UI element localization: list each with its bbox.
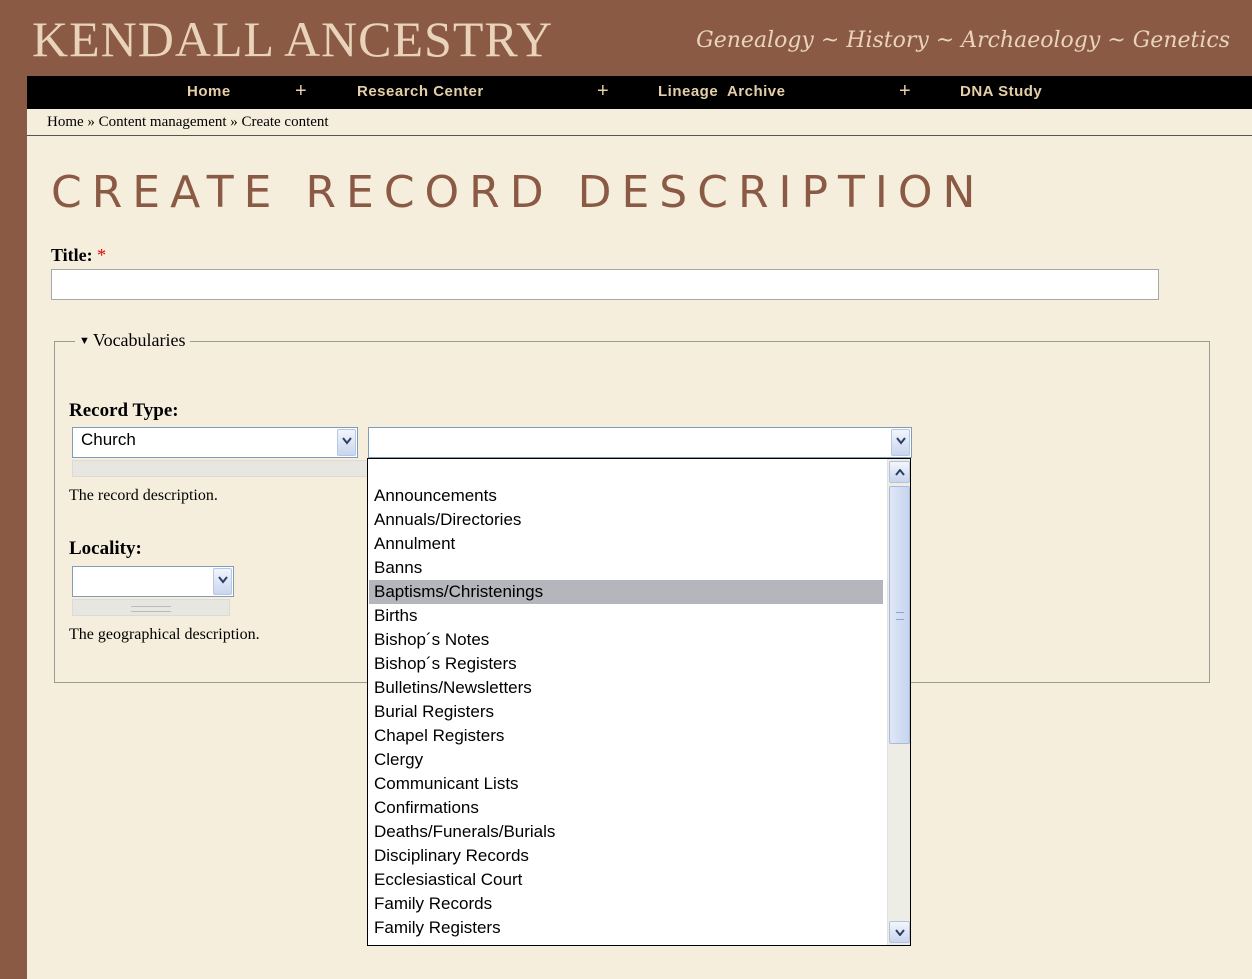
dropdown-option[interactable]: Family Registers [369,916,883,940]
dropdown-option[interactable] [369,460,883,484]
dropdown-option[interactable]: Annulment [369,532,883,556]
nav-item-home[interactable]: Home [187,83,231,100]
scrollbar-thumb[interactable] [889,486,910,744]
dropdown-option[interactable]: Baptisms/Christenings [369,580,883,604]
thumb-grip-icon [896,612,904,620]
record-subtype-dropdown-list[interactable]: Announcements Annuals/Directories Annulmen… [367,458,911,946]
chevron-down-icon[interactable] [213,568,232,595]
vocabularies-legend-label: Vocabularies [92,330,186,350]
scroll-up-icon[interactable] [889,461,910,483]
main-navigation: Home + Research Center + Lineage Archive… [27,76,1252,109]
dropdown-option[interactable]: Disciplinary Records [369,844,883,868]
title-input[interactable] [51,269,1159,300]
dropdown-option[interactable]: Confirmations [369,796,883,820]
grip-lines-icon [131,606,171,612]
nav-item-lineage-archive[interactable]: Lineage Archive [658,83,786,100]
nav-separator: + [295,80,307,102]
required-marker: * [97,245,107,265]
nav-item-dna-study[interactable]: DNA Study [960,83,1042,100]
dropdown-option[interactable]: Announcements [369,484,883,508]
site-tagline: Genealogy ~ History ~ Archaeology ~ Gene… [696,28,1230,53]
record-type-label: Record Type: [69,400,179,421]
chevron-down-icon[interactable] [337,429,356,456]
dropdown-option[interactable]: Banns [369,556,883,580]
collapse-arrow-icon: ▼ [79,335,90,347]
dropdown-option[interactable]: Bishop´s Notes [369,628,883,652]
record-type-selected-value: Church [81,430,136,449]
record-type-resize-grip[interactable] [72,460,368,477]
locality-resize-grip[interactable] [72,599,230,616]
locality-label: Locality: [69,538,142,559]
record-subtype-select[interactable] [368,427,912,458]
main-content: Home » Content management » Create conte… [27,109,1252,979]
dropdown-option[interactable]: Chapel Registers [369,724,883,748]
breadcrumb[interactable]: Home » Content management » Create conte… [47,114,329,131]
dropdown-option[interactable]: Burial Registers [369,700,883,724]
chevron-down-icon[interactable] [891,429,910,456]
dropdown-option[interactable]: Bulletins/Newsletters [369,676,883,700]
title-field-label: Title: * [51,245,106,266]
locality-select[interactable] [72,566,234,597]
page-title: Create Record Description [51,167,986,218]
dropdown-option[interactable]: Births [369,604,883,628]
site-header: Kendall Ancestry Genealogy ~ History ~ A… [0,0,1252,74]
page-frame: Kendall Ancestry Genealogy ~ History ~ A… [0,0,1252,979]
site-logo-title[interactable]: Kendall Ancestry [32,14,553,64]
dropdown-option[interactable]: Clergy [369,748,883,772]
vocabularies-legend[interactable]: ▼ Vocabularies [75,330,190,351]
dropdown-option[interactable]: Communicant Lists [369,772,883,796]
dropdown-option[interactable]: Annuals/Directories [369,508,883,532]
dropdown-option[interactable]: Family Records [369,892,883,916]
dropdown-option[interactable]: Ecclesiastical Court [369,868,883,892]
nav-separator: + [597,80,609,102]
breadcrumb-divider [27,135,1252,136]
dropdown-option[interactable]: Bishop´s Registers [369,652,883,676]
nav-item-research-center[interactable]: Research Center [357,83,484,100]
record-type-description: The record description. [69,487,218,504]
title-label-text: Title: [51,245,93,265]
dropdown-option[interactable]: Deaths/Funerals/Burials [369,820,883,844]
dropdown-scrollbar[interactable] [887,459,910,945]
scroll-down-icon[interactable] [889,921,910,943]
nav-separator: + [899,80,911,102]
record-type-select[interactable]: Church [72,427,358,458]
locality-description: The geographical description. [69,626,260,643]
